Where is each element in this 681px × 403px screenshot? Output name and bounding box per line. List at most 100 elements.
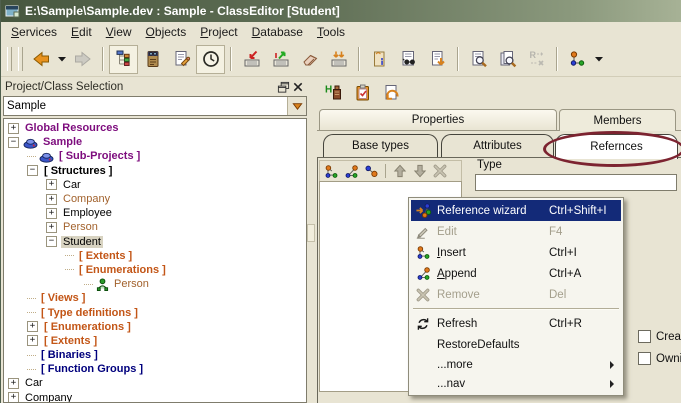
tree-item-function-groups[interactable]: [ Function Groups ] <box>4 362 306 376</box>
checkbox-box[interactable] <box>638 352 651 365</box>
tree-item-enumerations[interactable]: [ Enumerations ] <box>4 263 306 277</box>
menu-project[interactable]: Project <box>193 23 244 41</box>
tree-item-company[interactable]: +Company <box>4 192 306 206</box>
reference-insert-button[interactable] <box>323 163 340 180</box>
splitter-grip[interactable] <box>307 224 315 242</box>
tree-item-label: [ Binaries ] <box>39 349 100 361</box>
expand-icon[interactable]: + <box>46 222 57 233</box>
expand-icon[interactable]: + <box>8 123 19 134</box>
checkin-keyboard-button[interactable] <box>237 45 266 74</box>
tree-item-company[interactable]: +Company <box>4 391 306 403</box>
menu-item-more[interactable]: ...more <box>411 355 621 374</box>
menu-item-reference-wizard[interactable]: Reference wizardCtrl+Shift+I <box>411 200 621 221</box>
document-export-button[interactable] <box>423 45 452 74</box>
object-book-button[interactable] <box>138 45 167 74</box>
tree-item-student[interactable]: −Student <box>4 235 306 249</box>
refactor-button[interactable]: R <box>522 45 551 74</box>
document-find-button[interactable] <box>464 45 493 74</box>
menu-item-insert[interactable]: InsertCtrl+I <box>411 242 621 263</box>
tree-item-sample[interactable]: −Sample <box>4 135 306 149</box>
menu-tools[interactable]: Tools <box>310 23 352 41</box>
close-panel-button[interactable] <box>291 81 305 94</box>
tree-item-extents[interactable]: [ Extents ] <box>4 249 306 263</box>
reference-molecule-button[interactable] <box>563 45 592 74</box>
remove-x-button[interactable] <box>431 163 448 180</box>
application-window-icon <box>5 4 20 19</box>
menu-item-remove[interactable]: RemoveDel <box>411 284 621 305</box>
menu-item-restoredefaults[interactable]: RestoreDefaults <box>411 334 621 355</box>
remove-x-icon <box>432 163 448 179</box>
tree-item-enumerations[interactable]: +[ Enumerations ] <box>4 320 306 334</box>
project-combo[interactable]: Sample <box>3 96 307 116</box>
down-arrow-button[interactable] <box>411 163 428 180</box>
revert-document-button[interactable] <box>380 81 404 105</box>
tree-item-type-definitions[interactable]: [ Type definitions ] <box>4 305 306 319</box>
reference-link-button[interactable] <box>363 163 380 180</box>
tree-item-car[interactable]: +Car <box>4 178 306 192</box>
menu-item-icon-cell <box>411 224 435 240</box>
checkbox-owning[interactable]: Owning <box>638 352 681 365</box>
collapse-icon[interactable]: − <box>46 236 57 247</box>
menu-item-refresh[interactable]: RefreshCtrl+R <box>411 313 621 334</box>
tree-item-car[interactable]: +Car <box>4 376 306 390</box>
combo-dropdown-button[interactable] <box>287 97 306 115</box>
menu-item-edit[interactable]: EditF4 <box>411 221 621 242</box>
menu-edit[interactable]: Edit <box>64 23 99 41</box>
expand-icon[interactable]: + <box>27 335 38 346</box>
tree-connector <box>27 355 36 356</box>
tree-item-sub-projects[interactable]: [ Sub-Projects ] <box>4 149 306 163</box>
checkbox-create[interactable]: Create <box>638 330 681 343</box>
collapse-icon[interactable]: − <box>27 165 38 176</box>
menu-database[interactable]: Database <box>245 23 310 41</box>
tree-item-employee[interactable]: +Employee <box>4 206 306 220</box>
expand-icon[interactable]: + <box>46 194 57 205</box>
documents-find-button[interactable] <box>493 45 522 74</box>
grinder-h-button[interactable]: H <box>322 81 346 105</box>
checkout-keyboard-button[interactable] <box>266 45 295 74</box>
tree-view-button[interactable] <box>109 45 138 74</box>
forward-arrow-button[interactable] <box>68 45 97 74</box>
clipboard-check-button[interactable] <box>351 81 375 105</box>
type-input[interactable] <box>475 174 677 191</box>
tree-item-structures[interactable]: −[ Structures ] <box>4 164 306 178</box>
panel-splitter[interactable] <box>307 78 315 403</box>
tree-item-views[interactable]: [ Views ] <box>4 291 306 305</box>
tree-item-global-resources[interactable]: +Global Resources <box>4 121 306 135</box>
float-panel-button[interactable] <box>276 81 290 94</box>
tab-members[interactable]: Members <box>559 109 676 131</box>
menu-objects[interactable]: Objects <box>139 23 194 41</box>
expand-icon[interactable]: + <box>27 321 38 332</box>
back-arrow-button[interactable] <box>26 45 55 74</box>
tab-attributes[interactable]: Attributes <box>441 134 554 157</box>
collapse-icon[interactable]: − <box>8 137 19 148</box>
menu-services[interactable]: Services <box>4 23 64 41</box>
menu-item-nav[interactable]: ...nav <box>411 374 621 393</box>
menu-item-label: Edit <box>437 226 457 238</box>
expand-icon[interactable]: + <box>8 378 19 389</box>
tab-refernces[interactable]: Refernces <box>555 134 678 159</box>
title-bar[interactable]: E:\Sample\Sample.dev : Sample - ClassEdi… <box>1 0 681 22</box>
tab-base-types[interactable]: Base types <box>323 134 438 157</box>
script-info-button[interactable] <box>365 45 394 74</box>
checkbox-box[interactable] <box>638 330 651 343</box>
up-arrow-button[interactable] <box>391 163 408 180</box>
edit-document-button[interactable] <box>167 45 196 74</box>
tree-item-person[interactable]: +Person <box>4 220 306 234</box>
back-history-dropdown[interactable] <box>55 46 68 73</box>
refresh-icon <box>415 316 431 332</box>
expand-icon[interactable]: + <box>46 208 57 219</box>
expand-icon[interactable]: + <box>8 392 19 403</box>
tree-item-person[interactable]: Person <box>4 277 306 291</box>
expand-icon[interactable]: + <box>46 179 57 190</box>
tree-item-binaries[interactable]: [ Binaries ] <box>4 348 306 362</box>
editor-mode-button[interactable] <box>196 45 225 74</box>
tab-properties[interactable]: Properties <box>319 109 557 130</box>
menu-item-append[interactable]: AppendCtrl+A <box>411 263 621 284</box>
eraser-button[interactable] <box>295 45 324 74</box>
keyboard-macro-button[interactable] <box>324 45 353 74</box>
document-verify-button[interactable] <box>394 45 423 74</box>
tree-item-extents[interactable]: +[ Extents ] <box>4 334 306 348</box>
reference-dropdown[interactable] <box>592 46 605 73</box>
menu-view[interactable]: View <box>99 23 139 41</box>
reference-append-button[interactable] <box>343 163 360 180</box>
